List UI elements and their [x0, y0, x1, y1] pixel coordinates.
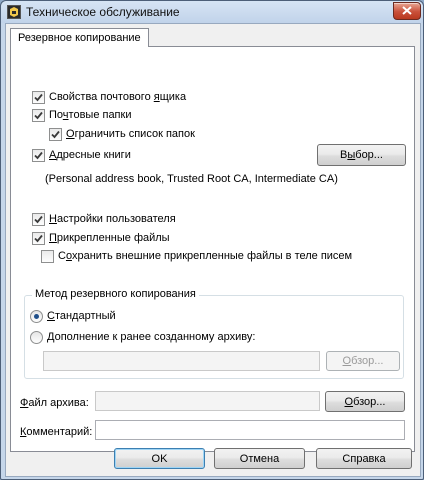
checkbox-box	[32, 91, 45, 104]
checkmark-icon	[34, 111, 43, 120]
checkbox-box	[32, 213, 45, 226]
window-title: Техническое обслуживание	[26, 5, 180, 19]
checkmark-icon	[34, 215, 43, 224]
app-icon	[7, 5, 21, 19]
dialog-window: Техническое обслуживание Резервное копир…	[0, 0, 424, 480]
checkmark-icon	[51, 130, 60, 139]
close-icon	[402, 6, 412, 15]
archive-file-label: Файл архива:	[20, 397, 89, 409]
tab-panel-backup: Свойства почтового ящика Почтовые папки …	[10, 46, 415, 452]
save-external-attachments-label: Сохранить внешние прикрепленные файлы в …	[58, 250, 353, 262]
comment-label: Комментарий:	[20, 426, 93, 438]
tab-backup[interactable]: Резервное копирование	[10, 28, 149, 47]
user-settings-label: Настройки пользователя	[49, 213, 176, 225]
append-browse-button[interactable]: Обзор...	[326, 351, 400, 371]
attachments-label: Прикрепленные файлы	[49, 232, 170, 244]
checkbox-box	[32, 149, 45, 162]
append-label: Дополнение к ранее созданному архиву:	[47, 331, 256, 343]
checkmark-icon	[34, 93, 43, 102]
cancel-button[interactable]: Отмена	[214, 448, 305, 469]
radio-dot	[30, 310, 43, 323]
address-books-label: Адресные книги	[49, 149, 131, 161]
backup-method-group: Метод резервного копирования Стандартный…	[24, 288, 404, 379]
address-books-note: (Personal address book, Trusted Root CA,…	[45, 173, 338, 185]
radio-dot	[30, 331, 43, 344]
help-button[interactable]: Справка	[316, 448, 412, 469]
dialog-client-area: Резервное копирование Свойства почтового…	[5, 23, 421, 477]
checkmark-icon	[34, 151, 43, 160]
select-address-books-button[interactable]: Выбор...	[317, 144, 406, 166]
mail-folders-label: Почтовые папки	[49, 109, 132, 121]
ok-button[interactable]: OK	[114, 448, 205, 469]
limit-folders-label: Ограничить список папок	[66, 128, 195, 140]
mailbox-properties-label: Свойства почтового ящика	[49, 91, 187, 103]
checkmark-icon	[34, 234, 43, 243]
append-archive-path-field[interactable]	[43, 351, 320, 371]
checkbox-box	[41, 250, 54, 263]
archive-browse-button[interactable]: Обзор...	[325, 391, 405, 412]
archive-file-field[interactable]	[95, 391, 320, 411]
checkbox-box	[32, 232, 45, 245]
close-button[interactable]	[393, 2, 421, 20]
comment-field[interactable]	[95, 420, 405, 440]
backup-method-title: Метод резервного копирования	[32, 288, 199, 300]
standard-label: Стандартный	[47, 310, 116, 322]
title-bar[interactable]: Техническое обслуживание	[1, 1, 423, 23]
checkbox-box	[49, 128, 62, 141]
checkbox-box	[32, 109, 45, 122]
